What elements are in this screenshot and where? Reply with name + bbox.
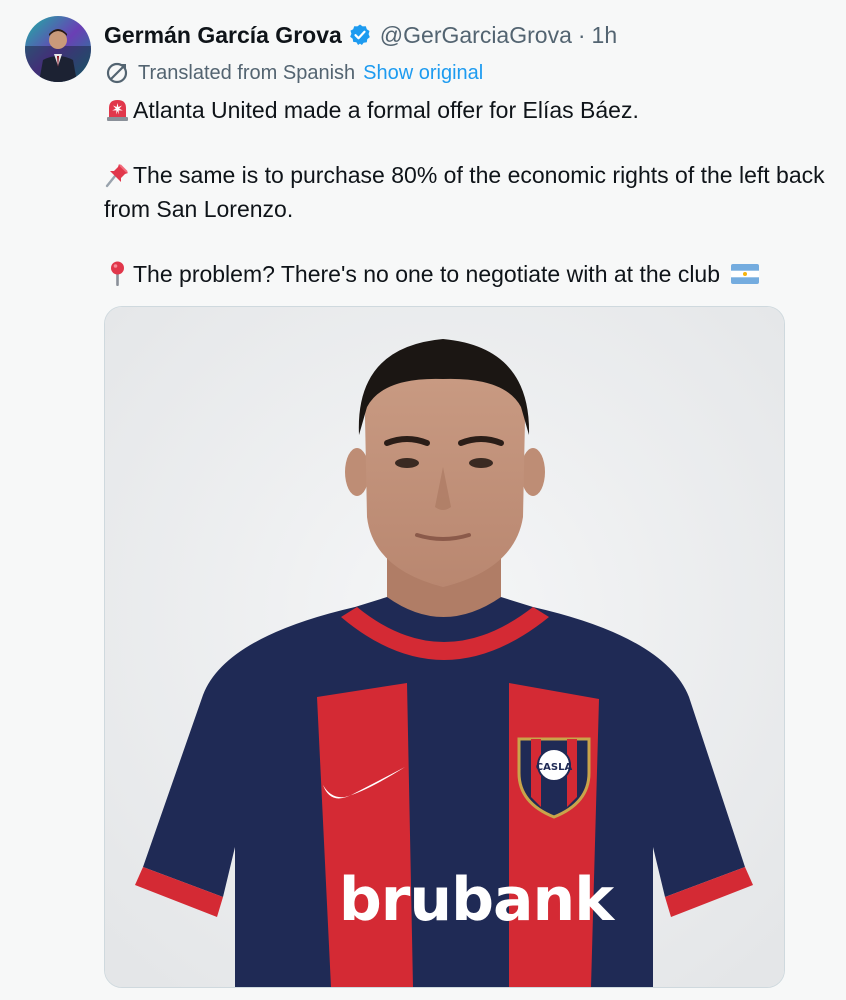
rotating-light-emoji — [104, 96, 131, 123]
translated-label: Translated from Spanish — [138, 61, 356, 84]
tweet-line-3: The problem? There's no one to negotiate… — [104, 257, 840, 291]
crest-text: CASLA — [536, 762, 573, 773]
tweet-timestamp[interactable]: 1h — [592, 22, 618, 49]
tweet-media-image[interactable]: CASLA brubank — [104, 306, 785, 988]
show-original-link[interactable]: Show original — [363, 62, 483, 85]
translation-row: Translated from Spanish Show original — [104, 58, 483, 88]
author-avatar[interactable] — [25, 16, 91, 82]
tweet-text: Atlanta United made a formal offer for E… — [104, 93, 840, 291]
verified-badge-icon — [348, 23, 372, 47]
argentina-flag-emoji — [730, 260, 760, 287]
jersey-sponsor-text: brubank — [338, 865, 614, 935]
tweet-line-2: The same is to purchase 80% of the econo… — [104, 158, 840, 226]
tweet-line-1: Atlanta United made a formal offer for E… — [104, 93, 840, 127]
tweet-line-1-text: Atlanta United made a formal offer for E… — [133, 97, 639, 123]
translate-icon — [104, 60, 130, 86]
author-name[interactable]: Germán García Grova — [104, 22, 342, 49]
pushpin-emoji — [104, 161, 131, 188]
tweet-header: Germán García Grova @GerGarciaGrova · 1h — [104, 19, 617, 51]
separator-dot: · — [577, 21, 586, 48]
author-handle[interactable]: @GerGarciaGrova — [380, 22, 572, 49]
tweet-line-3-text: The problem? There's no one to negotiate… — [133, 261, 721, 287]
tweet-line-2-text: The same is to purchase 80% of the econo… — [104, 162, 825, 222]
round-pushpin-emoji — [104, 260, 131, 287]
